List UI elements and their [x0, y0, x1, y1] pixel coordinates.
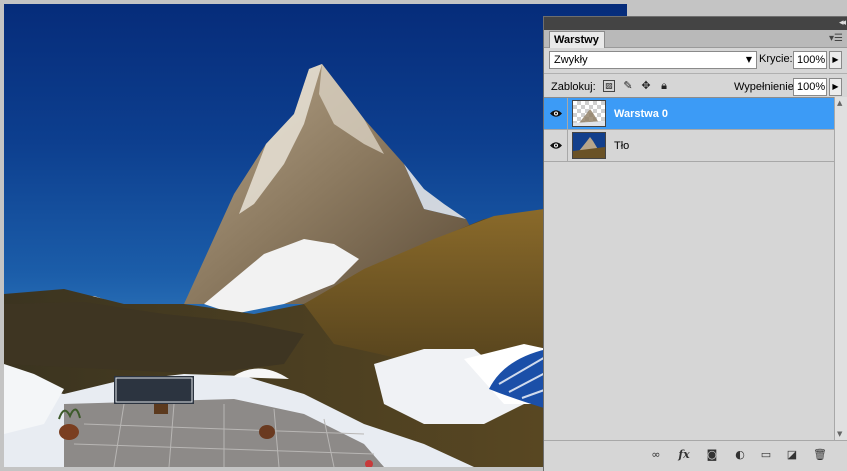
eye-icon	[550, 110, 562, 117]
blend-row: Zwykły ▼ Krycie: 100% ▶	[544, 48, 847, 72]
eye-icon	[550, 142, 562, 149]
layers-bottom-toolbar: ∞ fx ◙ ◐ ▭ ◪ 🗑︎	[544, 440, 847, 471]
adjustment-layer-icon[interactable]: ◐	[732, 448, 748, 462]
chevron-down-icon: ▼	[745, 55, 752, 64]
link-layers-icon[interactable]: ∞	[648, 448, 664, 462]
layer-name: Warstwa 0	[614, 108, 669, 120]
layers-panel: ◂◂ Warstwy ▾☰ Zwykły ▼ Krycie: 100% ▶ Za…	[543, 16, 847, 471]
document-canvas[interactable]	[4, 4, 627, 467]
lock-transparency-icon[interactable]: ▨	[603, 80, 615, 92]
lock-pixels-brush-icon[interactable]: ✎	[622, 80, 634, 92]
panel-menu-icon[interactable]: ▾☰	[829, 33, 843, 44]
trash-icon[interactable]: 🗑︎	[812, 448, 828, 462]
opacity-slider-button[interactable]: ▶	[829, 51, 842, 69]
lock-row: Zablokuj: ▨ ✎ ✥ 🔒︎ Wypełnienie: 100% ▶	[544, 74, 847, 99]
fill-input[interactable]: 100%	[793, 78, 827, 96]
layer-row-warstwa-0[interactable]: Warstwa 0	[544, 98, 834, 130]
layer-name: Tło	[614, 140, 630, 152]
lock-all-icon[interactable]: 🔒︎	[658, 80, 670, 92]
lock-position-move-icon[interactable]: ✥	[640, 80, 652, 92]
opacity-input[interactable]: 100%	[793, 51, 827, 69]
collapse-panel-icon[interactable]: ◂◂	[839, 17, 846, 30]
visibility-toggle[interactable]	[544, 98, 568, 129]
panel-tab-strip: Warstwy ▾☰	[544, 30, 847, 48]
layers-list: Warstwa 0 Tło	[544, 97, 834, 440]
opacity-label: Krycie:	[759, 53, 793, 65]
group-folder-icon[interactable]: ▭	[758, 448, 774, 462]
new-layer-icon[interactable]: ◪	[784, 448, 800, 462]
layers-scrollbar[interactable]: ▲ ▼	[834, 97, 847, 440]
layer-thumbnail[interactable]	[572, 132, 606, 159]
fill-slider-button[interactable]: ▶	[829, 78, 842, 96]
fill-label: Wypełnienie:	[734, 81, 797, 93]
blend-mode-select[interactable]: Zwykły ▼	[549, 51, 757, 69]
scroll-down-icon[interactable]: ▼	[837, 430, 842, 438]
layer-thumbnail[interactable]	[572, 100, 606, 127]
layer-row-tlo[interactable]: Tło	[544, 130, 834, 162]
fx-icon[interactable]: fx	[676, 448, 692, 462]
scroll-up-icon[interactable]: ▲	[837, 99, 842, 107]
tab-layers[interactable]: Warstwy	[549, 31, 605, 48]
panel-title-bar[interactable]: ◂◂	[544, 17, 847, 30]
layer-thumbnail-image	[573, 133, 605, 158]
blend-mode-value: Zwykły	[554, 54, 588, 66]
lock-label: Zablokuj:	[551, 81, 596, 93]
canvas-image	[4, 64, 627, 467]
visibility-toggle[interactable]	[544, 130, 568, 161]
layer-mask-icon[interactable]: ◙	[704, 448, 720, 462]
layer-thumbnail-image	[573, 109, 605, 126]
